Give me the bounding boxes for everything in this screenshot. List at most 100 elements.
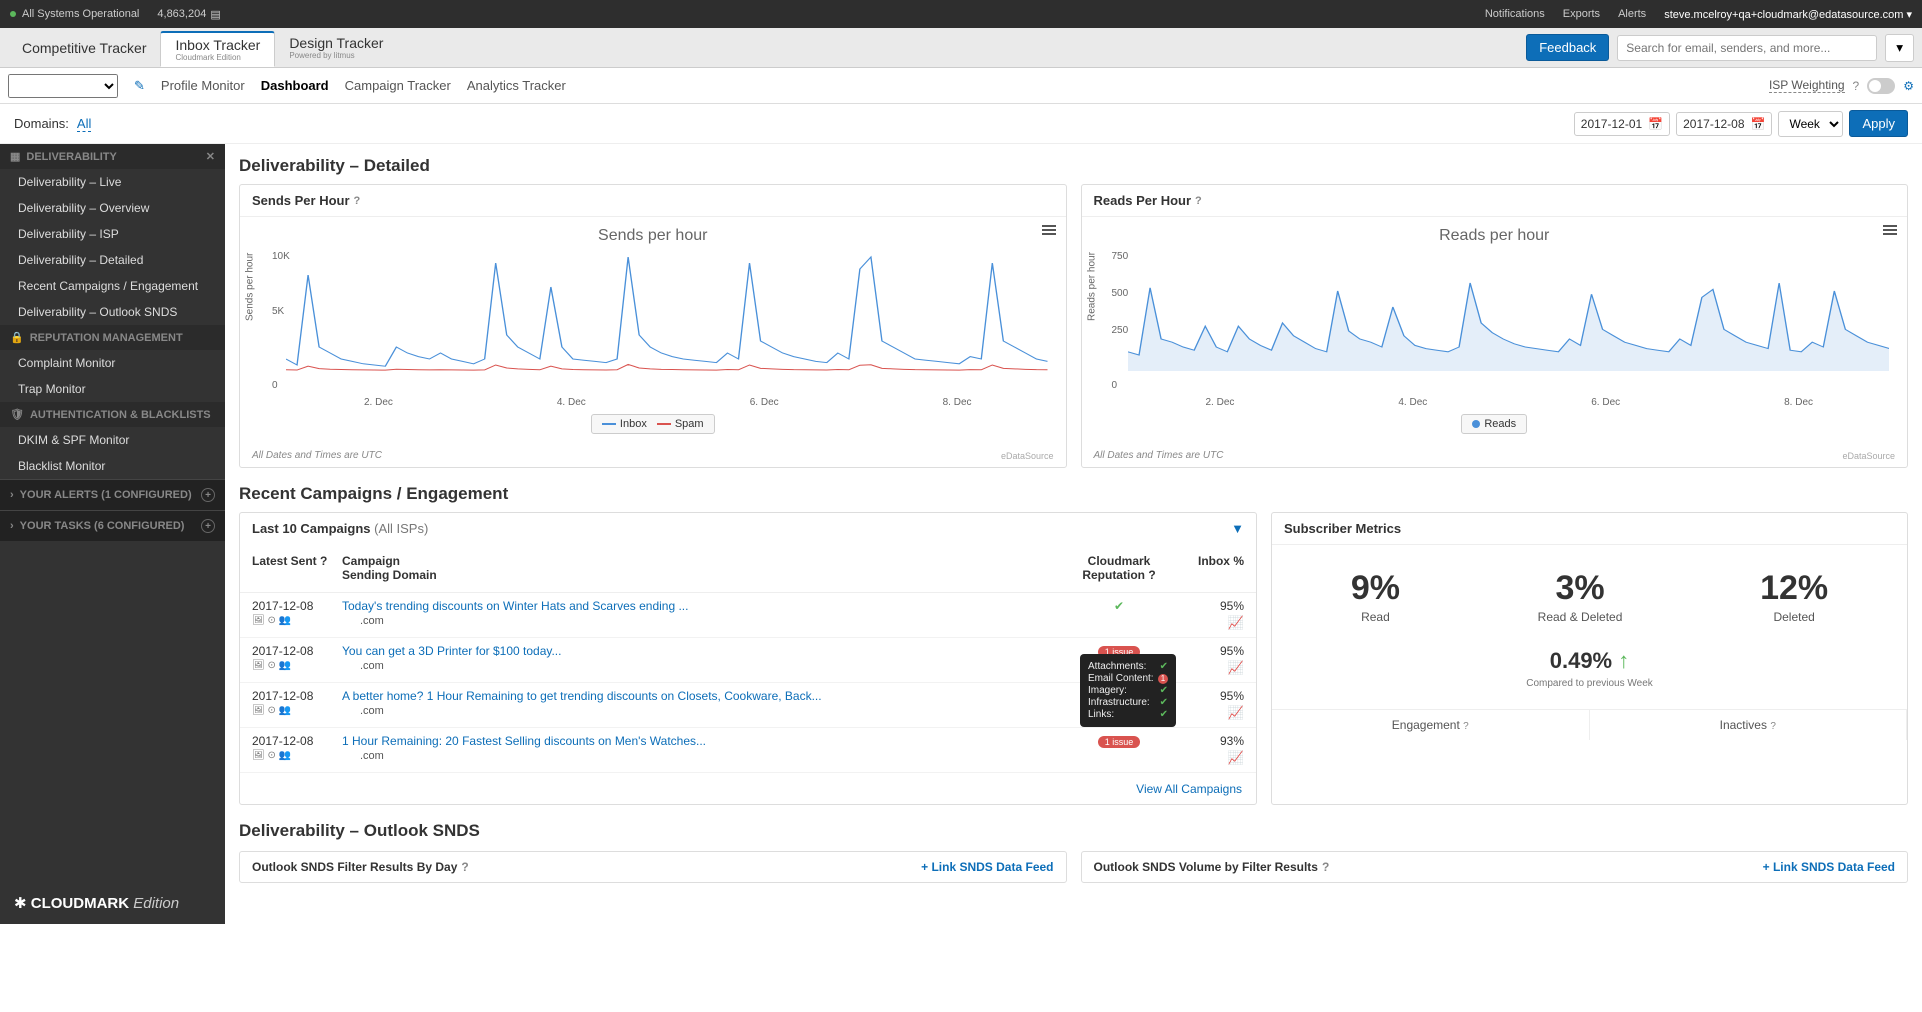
sidebar-item-complaint-monitor[interactable]: Complaint Monitor bbox=[0, 350, 225, 376]
campaign-date: 2017-12-08 bbox=[252, 599, 342, 613]
global-search-input[interactable] bbox=[1617, 35, 1877, 61]
subnav-dashboard[interactable]: Dashboard bbox=[261, 78, 329, 93]
filter-icon[interactable]: ▼ bbox=[1231, 521, 1244, 536]
nav-exports[interactable]: Exports bbox=[1563, 8, 1600, 20]
isp-weighting-toggle[interactable] bbox=[1867, 78, 1895, 94]
subnav-profile-monitor[interactable]: Profile Monitor bbox=[161, 78, 245, 93]
trend-icon[interactable]: 📈 bbox=[1174, 615, 1244, 631]
tab-competitive-tracker[interactable]: Competitive Tracker bbox=[8, 36, 160, 60]
sidebar-item-deliverability-live[interactable]: Deliverability – Live bbox=[0, 169, 225, 195]
y-tick: 5K bbox=[272, 306, 284, 317]
sidebar-item-deliverability-detailed[interactable]: Deliverability – Detailed bbox=[0, 247, 225, 273]
sidebar-item-deliverability-isp[interactable]: Deliverability – ISP bbox=[0, 221, 225, 247]
sidebar-item-blacklist[interactable]: Blacklist Monitor bbox=[0, 453, 225, 479]
sidebar-accordion-alerts[interactable]: ›YOUR ALERTS (1 CONFIGURED)+ bbox=[0, 479, 225, 510]
metric-deleted: 12%Deleted bbox=[1760, 569, 1828, 624]
search-dropdown-button[interactable]: ▾ bbox=[1885, 34, 1914, 62]
date-to-input[interactable]: 2017-12-08📅 bbox=[1676, 112, 1772, 136]
chart-legend: Inbox Spam bbox=[252, 414, 1054, 434]
add-icon[interactable]: + bbox=[201, 488, 215, 502]
sub-nav: ✎ Profile Monitor Dashboard Campaign Tra… bbox=[0, 68, 1922, 104]
isp-weighting-label: ISP Weighting bbox=[1769, 78, 1845, 93]
y-tick: 10K bbox=[272, 251, 290, 262]
watermark: eDataSource bbox=[1001, 451, 1054, 461]
settings-gear-icon[interactable]: ⚙ bbox=[1903, 79, 1914, 93]
campaign-type-icons: 🖼 ⊙ 👥 bbox=[252, 750, 342, 761]
inbox-percent: 95% bbox=[1174, 689, 1244, 703]
campaign-domain: .com bbox=[342, 705, 1064, 717]
edit-profile-icon[interactable]: ✎ bbox=[134, 78, 145, 94]
inbox-percent: 93% bbox=[1174, 734, 1244, 748]
sidebar-accordion-tasks[interactable]: ›YOUR TASKS (6 CONFIGURED)+ bbox=[0, 510, 225, 541]
table-row: 2017-12-08🖼 ⊙ 👥Today's trending discount… bbox=[240, 593, 1256, 638]
tab-inbox-tracker[interactable]: Inbox TrackerCloudmark Edition bbox=[160, 31, 275, 67]
range-select[interactable]: Week bbox=[1778, 111, 1843, 137]
sidebar-item-outlook-snds[interactable]: Deliverability – Outlook SNDS bbox=[0, 299, 225, 325]
metrics-tab-engagement[interactable]: Engagement ? bbox=[1272, 710, 1590, 740]
page-title: Deliverability – Detailed bbox=[239, 156, 1908, 176]
link-snds-feed[interactable]: + Link SNDS Data Feed bbox=[1763, 860, 1895, 874]
link-snds-feed[interactable]: + Link SNDS Data Feed bbox=[921, 860, 1053, 874]
nav-notifications[interactable]: Notifications bbox=[1485, 8, 1545, 20]
system-status-link[interactable]: All Systems Operational bbox=[22, 8, 139, 20]
add-icon[interactable]: + bbox=[201, 519, 215, 533]
x-tick: 4. Dec bbox=[1398, 397, 1427, 408]
table-row: 2017-12-08🖼 ⊙ 👥1 Hour Remaining: 20 Fast… bbox=[240, 728, 1256, 773]
product-tabbar: Competitive Tracker Inbox TrackerCloudma… bbox=[0, 28, 1922, 68]
close-icon[interactable]: ✕ bbox=[206, 150, 215, 163]
trend-icon[interactable]: 📈 bbox=[1174, 705, 1244, 721]
sidebar-item-recent-campaigns[interactable]: Recent Campaigns / Engagement bbox=[0, 273, 225, 299]
campaign-subject-link[interactable]: You can get a 3D Printer for $100 today.… bbox=[342, 644, 561, 658]
campaign-subject-link[interactable]: Today's trending discounts on Winter Hat… bbox=[342, 599, 688, 613]
tab-design-tracker[interactable]: Design TrackerPowered by litmus bbox=[275, 31, 397, 64]
calendar-icon: 📅 bbox=[1751, 117, 1766, 131]
calendar-icon: 📅 bbox=[1648, 117, 1663, 131]
watermark: eDataSource bbox=[1842, 451, 1895, 461]
chart-menu-icon[interactable] bbox=[1042, 223, 1056, 237]
sends-chart bbox=[286, 251, 1048, 371]
chevron-right-icon: › bbox=[10, 520, 14, 532]
user-menu[interactable]: steve.mcelroy+qa+cloudmark@edatasource.c… bbox=[1664, 8, 1912, 21]
metrics-tab-inactives[interactable]: Inactives ? bbox=[1590, 710, 1908, 740]
y-tick: 750 bbox=[1112, 251, 1129, 262]
nav-alerts[interactable]: Alerts bbox=[1618, 8, 1646, 20]
chart-menu-icon[interactable] bbox=[1883, 223, 1897, 237]
reads-per-hour-card: Reads Per Hour ? Reads per hour Reads pe… bbox=[1081, 184, 1909, 468]
x-tick: 6. Dec bbox=[750, 397, 779, 408]
campaign-domain: .com bbox=[342, 660, 1064, 672]
x-tick: 2. Dec bbox=[364, 397, 393, 408]
view-all-campaigns-link[interactable]: View All Campaigns bbox=[1136, 782, 1242, 796]
apply-button[interactable]: Apply bbox=[1849, 110, 1908, 137]
sidebar-item-deliverability-overview[interactable]: Deliverability – Overview bbox=[0, 195, 225, 221]
snds-volume-card: Outlook SNDS Volume by Filter Results ?+… bbox=[1081, 851, 1909, 883]
event-count: 4,863,204 bbox=[157, 8, 206, 20]
trend-icon[interactable]: 📈 bbox=[1174, 750, 1244, 766]
sidebar-item-trap-monitor[interactable]: Trap Monitor bbox=[0, 376, 225, 402]
domains-value[interactable]: All bbox=[77, 116, 91, 132]
campaign-subject-link[interactable]: A better home? 1 Hour Remaining to get t… bbox=[342, 689, 822, 703]
campaign-subject-link[interactable]: 1 Hour Remaining: 20 Fastest Selling dis… bbox=[342, 734, 706, 748]
issue-badge[interactable]: 1 issue bbox=[1098, 736, 1141, 748]
trend-icon[interactable]: 📈 bbox=[1174, 660, 1244, 676]
chevron-right-icon: › bbox=[10, 489, 14, 501]
help-icon[interactable]: ? bbox=[354, 195, 361, 207]
sidebar-item-dkim-spf[interactable]: DKIM & SPF Monitor bbox=[0, 427, 225, 453]
status-dot-icon bbox=[10, 11, 16, 17]
help-icon[interactable]: ? bbox=[1195, 195, 1202, 207]
feedback-button[interactable]: Feedback bbox=[1526, 34, 1609, 61]
inbox-percent: 95% bbox=[1174, 644, 1244, 658]
y-axis-label: Sends per hour bbox=[245, 253, 256, 321]
table-row: 2017-12-08🖼 ⊙ 👥You can get a 3D Printer … bbox=[240, 638, 1256, 683]
subnav-campaign-tracker[interactable]: Campaign Tracker bbox=[345, 78, 451, 93]
snds-by-day-card: Outlook SNDS Filter Results By Day ?+ Li… bbox=[239, 851, 1067, 883]
check-icon: ✔ bbox=[1114, 599, 1124, 613]
profile-select[interactable] bbox=[8, 74, 118, 98]
x-tick: 8. Dec bbox=[1784, 397, 1813, 408]
date-from-input[interactable]: 2017-12-01📅 bbox=[1574, 112, 1670, 136]
inbox-percent: 95% bbox=[1174, 599, 1244, 613]
y-tick: 500 bbox=[1112, 288, 1129, 299]
help-icon[interactable]: ? bbox=[1853, 79, 1860, 93]
sidebar-section-deliverability: ▦DELIVERABILITY✕ bbox=[0, 144, 225, 169]
table-header: Latest Sent ? Campaign Sending Domain Cl… bbox=[240, 544, 1256, 593]
subnav-analytics-tracker[interactable]: Analytics Tracker bbox=[467, 78, 566, 93]
